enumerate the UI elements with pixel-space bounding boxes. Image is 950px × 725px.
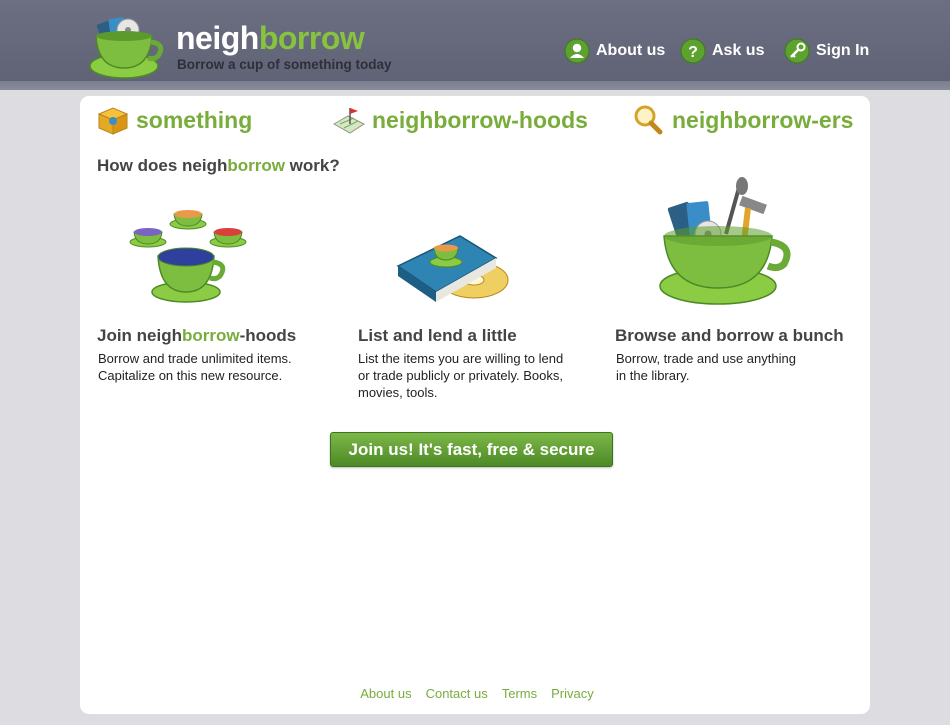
tea-cups-illustration (129, 210, 247, 303)
how-part2: borrow (227, 156, 285, 175)
nav-ask-us-label: Ask us (712, 42, 765, 59)
step-2-desc-line: movies, tools. (358, 385, 438, 400)
nav-ask-us[interactable]: ? Ask us (680, 38, 764, 64)
step-1-title: Join neighborrow-hoods (97, 326, 296, 346)
svg-text:?: ? (688, 44, 698, 61)
step-3-title: Browse and borrow a bunch (615, 326, 844, 345)
nav-sign-in[interactable]: Sign In (784, 38, 869, 64)
footer-terms-link[interactable]: Terms (502, 686, 537, 701)
tab-neighborrow-hoods-label: neighborrow-hoods (372, 106, 588, 133)
magnifier-icon (634, 105, 663, 135)
nav-about-us-label: About us (596, 42, 666, 59)
step-1-description: Borrow and trade unlimited items. Capita… (98, 350, 292, 384)
nav-about-us[interactable]: About us (564, 38, 665, 64)
logo-cup-icon[interactable] (88, 8, 168, 80)
step-3-desc-line: Borrow, trade and use anything (616, 351, 796, 366)
step-1-title-part1: Join neigh (97, 326, 182, 345)
footer-about-us-link[interactable]: About us (360, 686, 411, 701)
step-2-description: List the items you are willing to lend o… (358, 350, 563, 401)
logo-part-neigh: neigh (176, 20, 259, 56)
tab-neighborrow-ers[interactable]: neighborrow-ers (632, 104, 853, 136)
tagline: Borrow a cup of something today (177, 57, 392, 72)
step-3-desc-line: in the library. (616, 368, 690, 383)
tab-something[interactable]: something (96, 104, 252, 136)
join-us-button[interactable]: Join us! It's fast, free & secure (330, 432, 613, 467)
step-1-title-part3: -hoods (239, 326, 297, 345)
key-icon (784, 38, 810, 64)
step-3-description: Borrow, trade and use anything in the li… (616, 350, 796, 384)
footer-links: About us Contact us Terms Privacy (0, 686, 950, 701)
step-1-desc-line: Capitalize on this new resource. (98, 368, 283, 383)
question-icon: ? (680, 38, 706, 64)
cup-of-items-illustration (659, 177, 791, 305)
step-1-desc-line: Borrow and trade unlimited items. (98, 351, 292, 366)
header-shade (0, 81, 950, 90)
how-part3: work? (284, 156, 340, 175)
how-it-works-heading: How does neighborrow work? (97, 156, 340, 176)
tab-neighborrow-ers-label: neighborrow-ers (672, 106, 854, 133)
map-icon (332, 108, 366, 134)
book-and-disc-illustration (396, 235, 509, 302)
person-icon (564, 38, 590, 64)
step-2-desc-line: List the items you are willing to lend (358, 351, 564, 366)
tab-something-label: something (136, 106, 253, 133)
step-2-title: List and lend a little (358, 326, 517, 345)
tab-neighborrow-hoods[interactable]: neighborrow-hoods (332, 104, 588, 136)
box-icon (97, 107, 129, 135)
how-part1: How does neigh (97, 156, 228, 175)
footer-privacy-link[interactable]: Privacy (551, 686, 594, 701)
nav-sign-in-label: Sign In (816, 42, 870, 59)
logo-wordmark[interactable]: neighborrow (176, 20, 365, 56)
footer-contact-us-link[interactable]: Contact us (426, 686, 488, 701)
step-1-title-part2: borrow (182, 326, 240, 345)
logo-part-borrow: borrow (258, 20, 365, 56)
step-2-desc-line: or trade publicly or privately. Books, (358, 368, 563, 383)
